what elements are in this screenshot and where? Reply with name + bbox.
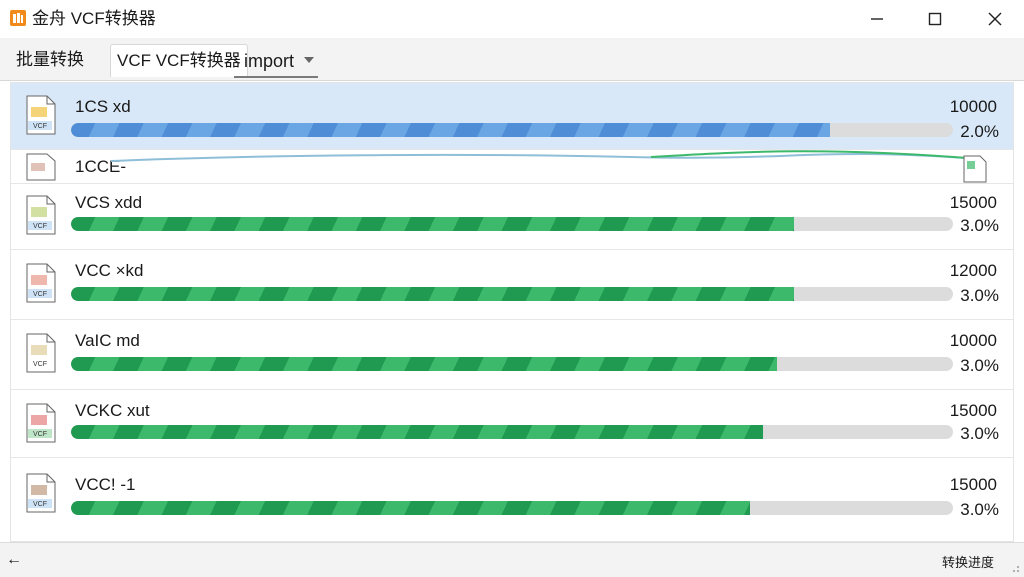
maximize-button[interactable] bbox=[906, 0, 964, 38]
file-size: 15000 bbox=[949, 401, 997, 420]
file-icon-label: VCF bbox=[33, 223, 47, 230]
orange-app-icon bbox=[10, 10, 26, 26]
progress-track bbox=[71, 501, 953, 515]
tab-batch-convert[interactable]: 批量转换 bbox=[10, 44, 90, 76]
progress-track bbox=[71, 123, 953, 137]
file-row[interactable]: VCF VaIC md 10000 3.0% bbox=[11, 319, 1013, 390]
file-name: VaIC md bbox=[75, 331, 140, 350]
progress-percent: 3.0% bbox=[960, 216, 999, 235]
resize-grip-icon[interactable] bbox=[1010, 563, 1020, 573]
progress-percent: 3.0% bbox=[960, 424, 999, 443]
progress-track bbox=[71, 217, 953, 231]
vcf-file-icon: VCF bbox=[26, 263, 56, 303]
file-row[interactable]: VCF 1CS xd 10000 2.0% bbox=[11, 83, 1013, 150]
progress-percent: 3.0% bbox=[960, 500, 999, 519]
vcf-file-icon: VCF bbox=[26, 95, 56, 135]
wave-decoration bbox=[111, 150, 981, 162]
progress-track bbox=[71, 425, 953, 439]
import-dropdown[interactable]: import bbox=[234, 46, 318, 78]
file-icon-label: VCF bbox=[33, 361, 47, 368]
progress-fill bbox=[71, 357, 777, 371]
progress-track bbox=[71, 357, 953, 371]
progress-percent: 3.0% bbox=[960, 286, 999, 305]
progress-percent: 3.0% bbox=[960, 356, 999, 375]
file-size: 10000 bbox=[949, 97, 997, 116]
file-row[interactable]: VCF VCS xdd 15000 3.0% bbox=[11, 183, 1013, 250]
file-icon-label: VCF bbox=[33, 291, 47, 298]
progress-track bbox=[71, 287, 953, 301]
progress-percent: 2.0% bbox=[960, 122, 999, 141]
file-row[interactable]: VCF VCC ×kd 12000 3.0% bbox=[11, 249, 1013, 320]
toolbar: 批量转换 VCF VCF转换器 bbox=[0, 38, 1024, 81]
file-row[interactable]: VCF VCC! -1 15000 3.0% bbox=[11, 457, 1013, 541]
chevron-down-icon bbox=[304, 57, 314, 63]
progress-fill bbox=[71, 501, 751, 515]
file-name: VCS xdd bbox=[75, 193, 143, 212]
file-size: 15000 bbox=[949, 193, 997, 212]
title-bar: 金舟 VCF转换器 bbox=[0, 0, 1024, 38]
progress-fill bbox=[71, 123, 830, 137]
window-title: 金舟 VCF转换器 bbox=[32, 9, 156, 28]
file-size: 15000 bbox=[949, 475, 997, 494]
vcf-file-icon: VCF bbox=[26, 195, 56, 235]
status-bar: ← 转换进度 bbox=[0, 542, 1024, 577]
vcf-file-icon bbox=[26, 153, 56, 181]
close-button[interactable] bbox=[966, 0, 1024, 38]
dropdown-value: import bbox=[244, 51, 295, 71]
progress-fill bbox=[71, 425, 764, 439]
file-name: VCKC xut bbox=[75, 401, 150, 420]
file-size: 10000 bbox=[949, 331, 997, 350]
minimize-icon bbox=[871, 18, 883, 20]
file-row[interactable]: 1CCE- bbox=[11, 149, 1013, 184]
status-text: 转换进度 bbox=[941, 555, 994, 570]
vcf-file-icon bbox=[963, 155, 987, 183]
file-list: VCF 1CS xd 10000 2.0% 1CCE- VCF VCS xdd … bbox=[10, 82, 1014, 542]
file-icon-label: VCF bbox=[33, 123, 47, 130]
arrow-left-icon[interactable]: ← bbox=[6, 551, 22, 569]
minimize-button[interactable] bbox=[848, 0, 906, 38]
close-icon bbox=[988, 12, 1002, 26]
tab-vcf-converter[interactable]: VCF VCF转换器 bbox=[110, 44, 248, 77]
vcf-file-icon: VCF bbox=[26, 473, 56, 513]
progress-fill bbox=[71, 287, 795, 301]
file-row[interactable]: VCF VCKC xut 15000 3.0% bbox=[11, 389, 1013, 458]
file-name: 1CS xd bbox=[75, 97, 131, 116]
file-name: VCC ×kd bbox=[75, 261, 144, 280]
progress-fill bbox=[71, 217, 795, 231]
file-size: 12000 bbox=[949, 261, 997, 280]
vcf-file-icon: VCF bbox=[26, 403, 56, 443]
vcf-file-icon: VCF bbox=[26, 333, 56, 373]
maximize-icon bbox=[928, 12, 942, 26]
file-icon-label: VCF bbox=[33, 431, 47, 438]
file-icon-label: VCF bbox=[33, 501, 47, 508]
file-name: VCC! -1 bbox=[75, 475, 136, 494]
